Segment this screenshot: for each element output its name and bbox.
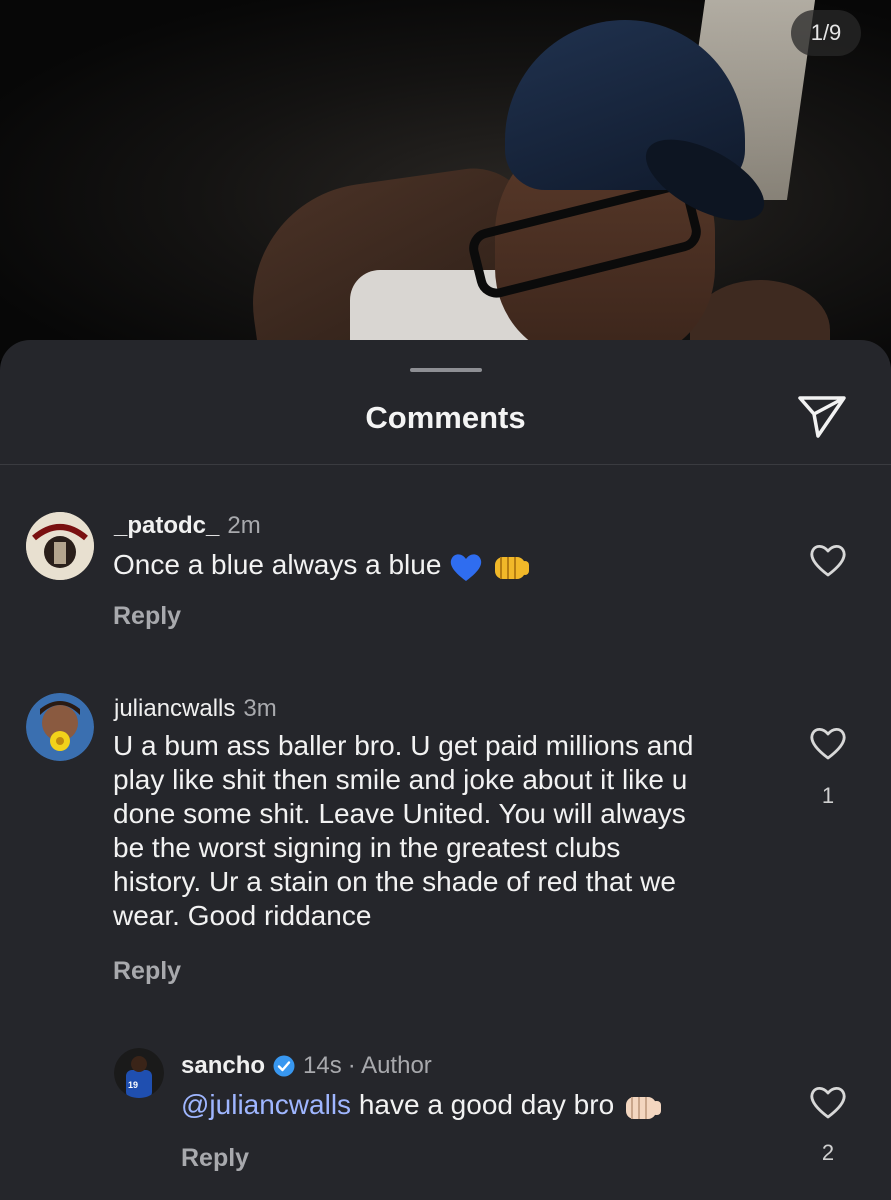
heart-outline-icon xyxy=(810,544,846,577)
comment-username[interactable]: juliancwalls xyxy=(114,695,235,723)
comment-text-line: U a bum ass baller bro. U get paid milli… xyxy=(113,730,694,761)
comment-username[interactable]: sancho xyxy=(181,1052,265,1080)
sheet-drag-handle[interactable] xyxy=(410,368,482,372)
comment-text-body: Once a blue always a blue xyxy=(113,549,442,580)
comment-time: 3m xyxy=(243,695,277,722)
blue-heart-icon xyxy=(451,553,482,581)
like-button[interactable] xyxy=(808,542,848,578)
avatar[interactable] xyxy=(26,512,94,580)
like-button[interactable] xyxy=(808,725,848,761)
fist-bump-icon xyxy=(495,556,529,579)
comment-text-line: play like shit then smile and joke about… xyxy=(113,764,688,795)
comment-time: 14s xyxy=(303,1052,342,1079)
fist-bump-icon xyxy=(625,1096,661,1119)
avatar[interactable]: 19 xyxy=(114,1048,164,1098)
like-count: 1 xyxy=(821,783,835,808)
verified-badge-icon xyxy=(273,1055,295,1077)
svg-text:19: 19 xyxy=(128,1080,138,1090)
reply-button[interactable]: Reply xyxy=(113,957,181,986)
comment-text: @juliancwalls have a good day bro xyxy=(181,1088,664,1123)
paper-plane-icon xyxy=(798,396,846,438)
avatar[interactable] xyxy=(26,693,94,761)
comment-text-line: be the worst signing in the greatest clu… xyxy=(113,832,621,863)
comment-text-line: wear. Good riddance xyxy=(113,900,372,931)
like-button[interactable] xyxy=(808,1084,848,1120)
mention-link[interactable]: @juliancwalls xyxy=(181,1089,351,1120)
avatar-image-icon xyxy=(26,512,94,580)
comment-text-body: have a good day bro xyxy=(351,1089,615,1120)
comment-text-line: history. Ur a stain on the shade of red … xyxy=(113,866,676,897)
reply-button[interactable]: Reply xyxy=(181,1144,249,1173)
heart-outline-icon xyxy=(810,1086,846,1119)
like-count: 2 xyxy=(821,1140,835,1165)
share-button[interactable] xyxy=(796,394,848,438)
comments-sheet: Comments _patodc_ 2m Once a blue always … xyxy=(0,340,891,1200)
comment-text-line: done some shit. Leave United. You will a… xyxy=(113,798,686,829)
post-photo[interactable]: 1/9 xyxy=(0,0,891,360)
comment-text: Once a blue always a blue xyxy=(113,548,531,583)
avatar-image-icon: 19 xyxy=(114,1048,164,1098)
comment-text: U a bum ass baller bro. U get paid milli… xyxy=(113,729,694,933)
media-counter-badge: 1/9 xyxy=(791,10,861,56)
comment-username[interactable]: _patodc_ xyxy=(114,512,219,540)
avatar-image-icon xyxy=(26,693,94,761)
sheet-title: Comments xyxy=(365,400,526,435)
heart-outline-icon xyxy=(810,727,846,760)
comment-time: 2m xyxy=(227,512,261,539)
header-divider xyxy=(0,464,891,465)
author-label: · Author xyxy=(347,1052,432,1079)
reply-button[interactable]: Reply xyxy=(113,602,181,631)
